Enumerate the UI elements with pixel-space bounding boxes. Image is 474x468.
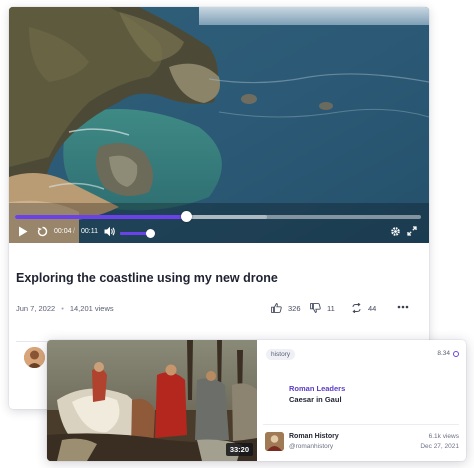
view-count: 14,201 views xyxy=(69,304,114,313)
progress-bar[interactable] xyxy=(15,215,421,219)
share-icon xyxy=(352,303,361,313)
total-duration: 00:11 xyxy=(81,228,98,235)
current-time: 00:04 xyxy=(54,228,72,235)
replay-icon[interactable] xyxy=(37,226,48,237)
channel-avatar[interactable] xyxy=(265,432,284,451)
channel-handle: @romanhistory xyxy=(289,443,334,450)
thumbnail-duration: 33:20 xyxy=(225,443,253,456)
more-icon[interactable] xyxy=(397,305,415,309)
share-count: 44 xyxy=(368,303,377,313)
like-button[interactable]: 326 xyxy=(271,303,301,313)
thumbs-up-icon xyxy=(271,303,282,313)
category-tag[interactable]: history xyxy=(266,349,296,360)
volume-icon[interactable] xyxy=(104,226,116,237)
preview-date: Dec 27, 2021 xyxy=(420,443,459,450)
dislike-count: 11 xyxy=(327,303,335,313)
channel-name[interactable]: Roman History xyxy=(289,433,339,440)
fullscreen-icon[interactable] xyxy=(407,226,417,236)
dislike-button[interactable]: 11 xyxy=(310,303,335,313)
rating-ring-icon xyxy=(453,350,459,357)
meta-separator-icon: • xyxy=(61,304,64,313)
video-title: Exploring the coastline using my new dro… xyxy=(16,271,278,285)
preview-title[interactable]: Roman Leaders Caesar in Gaul xyxy=(289,383,345,405)
progress-handle[interactable] xyxy=(180,211,192,222)
video-thumbnail[interactable]: 33:20 xyxy=(47,340,257,461)
player-controls: 00:04 / 00:11 xyxy=(9,224,429,243)
preview-view-count: 6.1k views xyxy=(428,433,459,440)
video-player[interactable]: 00:04 / 00:11 xyxy=(9,7,429,243)
rating-value: 8.34 xyxy=(437,350,450,357)
play-icon[interactable] xyxy=(18,226,28,237)
settings-icon[interactable] xyxy=(390,226,401,237)
progress-played xyxy=(15,215,186,219)
rating-count: 8.34 xyxy=(437,350,459,357)
upload-date: Jun 7, 2022 xyxy=(16,304,56,313)
video-preview-card[interactable]: 33:20 history 8.34 Roman Leaders Caesar … xyxy=(47,340,466,461)
preview-divider xyxy=(263,424,459,425)
like-count: 326 xyxy=(288,303,301,313)
thumbs-down-icon xyxy=(310,303,321,313)
video-meta: Jun 7, 2022 • 14,201 views xyxy=(16,304,114,313)
preview-title-line2: Caesar in Gaul xyxy=(289,395,342,404)
video-frame xyxy=(9,7,429,243)
volume-handle[interactable] xyxy=(145,229,155,238)
avatar[interactable] xyxy=(24,347,45,368)
share-button[interactable]: 44 xyxy=(351,303,376,313)
preview-title-line1: Roman Leaders xyxy=(289,384,346,393)
time-separator: / xyxy=(73,228,75,235)
